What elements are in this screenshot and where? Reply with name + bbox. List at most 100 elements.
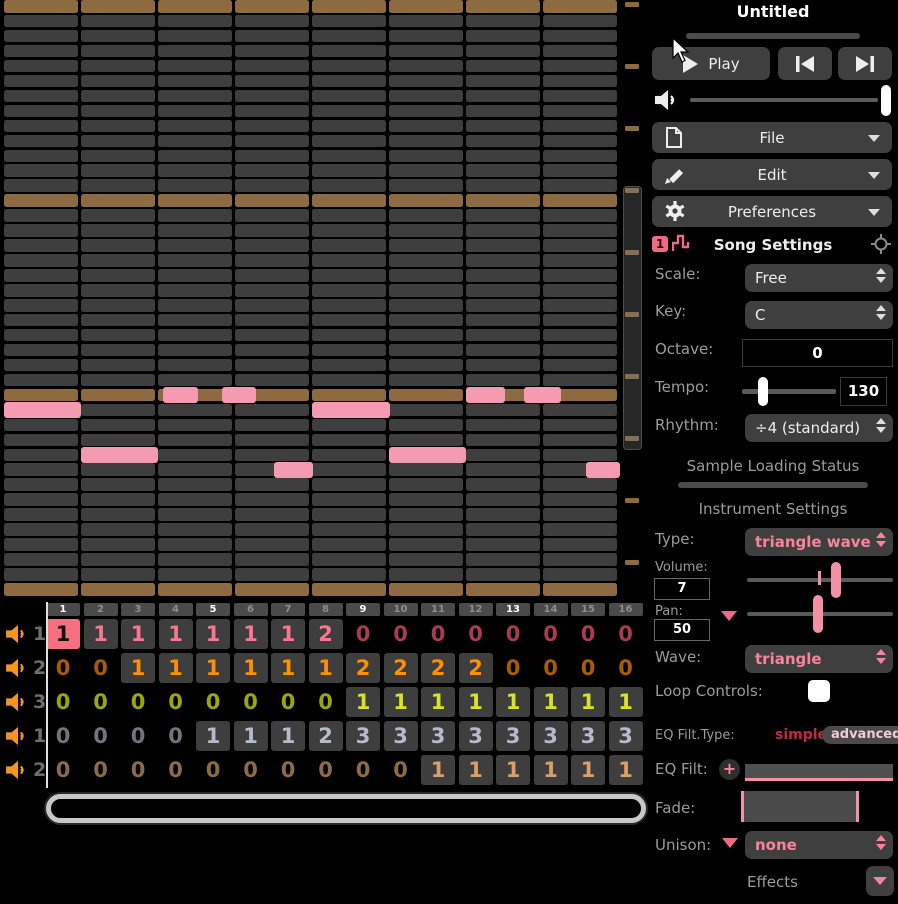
pitch-row-cell[interactable] xyxy=(158,433,232,447)
pitch-row-cell[interactable] xyxy=(81,568,155,581)
pitch-row-cell[interactable] xyxy=(4,284,78,297)
pitch-row-tonic-cell[interactable] xyxy=(312,0,386,13)
pitch-row-cell[interactable] xyxy=(158,553,232,566)
pitch-row-cell[interactable] xyxy=(81,433,155,447)
pitch-row-cell[interactable] xyxy=(81,239,155,252)
pitch-row-cell[interactable] xyxy=(4,568,78,581)
pitch-row-tonic-cell[interactable] xyxy=(158,194,232,207)
pitch-row-cell[interactable] xyxy=(4,523,78,536)
main-volume-slider[interactable] xyxy=(690,98,878,102)
pitch-row-cell[interactable] xyxy=(4,343,78,357)
pitch-row-cell[interactable] xyxy=(81,164,155,177)
note[interactable] xyxy=(274,461,313,478)
pattern-number-cell[interactable]: 0 xyxy=(46,687,80,717)
pitch-row-cell[interactable] xyxy=(158,209,232,222)
pattern-number-cell[interactable]: 1 xyxy=(458,687,493,717)
pattern-number-cell[interactable]: 1 xyxy=(271,653,305,683)
pitch-row-tonic-cell[interactable] xyxy=(81,388,155,402)
pitch-row-cell[interactable] xyxy=(389,179,463,192)
pitch-row-cell[interactable] xyxy=(543,284,617,297)
pitch-row-cell[interactable] xyxy=(543,119,617,133)
pitch-row-cell[interactable] xyxy=(312,59,386,73)
pitch-row-cell[interactable] xyxy=(81,254,155,267)
rhythm-select[interactable]: ÷4 (standard) xyxy=(745,414,893,442)
pitch-row-cell[interactable] xyxy=(158,134,232,148)
pattern-number-cell[interactable]: 3 xyxy=(496,721,530,751)
pitch-row-cell[interactable] xyxy=(543,89,617,103)
pitch-row-cell[interactable] xyxy=(543,269,617,282)
pitch-row-tonic-cell[interactable] xyxy=(158,583,232,596)
pattern-number-cell[interactable]: 0 xyxy=(84,687,118,717)
key-select[interactable]: C xyxy=(745,301,893,329)
pitch-row-cell[interactable] xyxy=(543,149,617,162)
pitch-row-cell[interactable] xyxy=(312,418,386,432)
instrument-volume-input[interactable]: 7 xyxy=(654,578,710,600)
pitch-row-cell[interactable] xyxy=(4,373,78,387)
pitch-row-cell[interactable] xyxy=(466,538,540,551)
pitch-row-cell[interactable] xyxy=(466,224,540,237)
pitch-row-cell[interactable] xyxy=(466,313,540,327)
pitch-row-cell[interactable] xyxy=(466,284,540,297)
pitch-row-cell[interactable] xyxy=(543,448,617,461)
pitch-row-cell[interactable] xyxy=(158,14,232,28)
pitch-row-cell[interactable] xyxy=(158,493,232,506)
pitch-row-cell[interactable] xyxy=(4,254,78,267)
pitch-row-cell[interactable] xyxy=(4,313,78,327)
pattern-number-cell[interactable]: 1 xyxy=(158,619,193,649)
pattern-number-cell[interactable]: 0 xyxy=(46,721,80,751)
pitch-row-cell[interactable] xyxy=(4,553,78,566)
pitch-row-cell[interactable] xyxy=(466,29,540,43)
pitch-row-cell[interactable] xyxy=(81,14,155,28)
pitch-row-cell[interactable] xyxy=(466,403,540,417)
pitch-row-cell[interactable] xyxy=(466,478,540,491)
pitch-row-cell[interactable] xyxy=(81,538,155,551)
pan-thumb[interactable] xyxy=(813,595,823,633)
pitch-row-cell[interactable] xyxy=(389,523,463,536)
pitch-row-cell[interactable] xyxy=(312,239,386,252)
pitch-row-cell[interactable] xyxy=(312,119,386,133)
pitch-row-cell[interactable] xyxy=(389,538,463,551)
pitch-row-cell[interactable] xyxy=(235,553,309,566)
pitch-row-cell[interactable] xyxy=(466,119,540,133)
pitch-row-cell[interactable] xyxy=(235,478,309,491)
pitch-row-cell[interactable] xyxy=(466,448,540,461)
pitch-row-cell[interactable] xyxy=(235,89,309,103)
pattern-number-cell[interactable]: 2 xyxy=(308,619,343,649)
pattern-number-cell[interactable]: 0 xyxy=(496,619,530,649)
pattern-number-cell[interactable]: 0 xyxy=(84,653,118,683)
pitch-row-cell[interactable] xyxy=(466,568,540,581)
pitch-row-tonic-cell[interactable] xyxy=(389,388,463,402)
pitch-row-cell[interactable] xyxy=(312,14,386,28)
pitch-row-cell[interactable] xyxy=(312,269,386,282)
pitch-row-cell[interactable] xyxy=(235,224,309,237)
pitch-row-cell[interactable] xyxy=(235,254,309,267)
eq-filter-add-button[interactable]: + xyxy=(719,759,740,780)
pitch-row-cell[interactable] xyxy=(81,463,155,476)
pitch-row-cell[interactable] xyxy=(543,254,617,267)
pattern-number-cell[interactable]: 1 xyxy=(571,687,605,717)
pitch-row-cell[interactable] xyxy=(312,538,386,551)
pitch-row-cell[interactable] xyxy=(158,104,232,118)
pitch-row-cell[interactable] xyxy=(235,523,309,536)
pitch-row-cell[interactable] xyxy=(235,269,309,282)
pattern-number-cell[interactable]: 0 xyxy=(346,619,380,649)
bar-number[interactable]: 13 xyxy=(496,603,530,616)
pattern-number-cell[interactable]: 1 xyxy=(196,721,230,751)
pattern-number-cell[interactable]: 1 xyxy=(196,619,230,649)
volume-icon[interactable] xyxy=(6,759,30,781)
pitch-row-cell[interactable] xyxy=(389,239,463,252)
pattern-number-cell[interactable]: 1 xyxy=(608,687,643,717)
pitch-row-cell[interactable] xyxy=(81,299,155,312)
pitch-row-cell[interactable] xyxy=(81,134,155,148)
pitch-row-cell[interactable] xyxy=(389,358,463,372)
pitch-row-cell[interactable] xyxy=(235,343,309,357)
pitch-row-cell[interactable] xyxy=(158,538,232,551)
pattern-number-cell[interactable]: 0 xyxy=(384,619,418,649)
pitch-row-cell[interactable] xyxy=(389,478,463,491)
octave-scroll-handle[interactable] xyxy=(623,186,642,450)
pitch-row-cell[interactable] xyxy=(312,478,386,491)
pattern-number-cell[interactable]: 0 xyxy=(534,653,568,683)
pitch-row-cell[interactable] xyxy=(466,358,540,372)
pitch-row-cell[interactable] xyxy=(4,14,78,28)
pitch-row-cell[interactable] xyxy=(81,343,155,357)
